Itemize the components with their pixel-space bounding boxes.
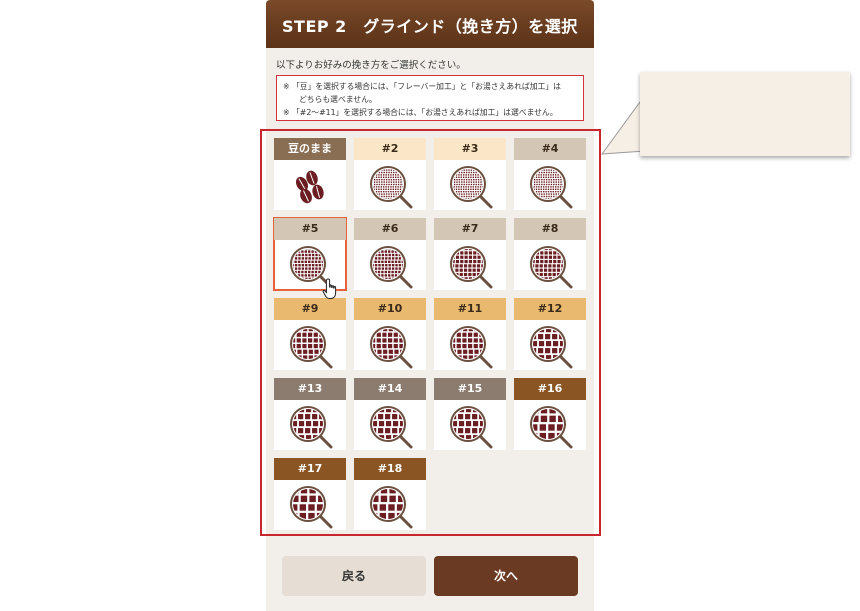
notice-line-3: ※ 「#2〜#11」を選択する場合には、「お湯さえあれば加工」は選べません。 xyxy=(283,108,558,117)
grind-option-14[interactable]: #14 xyxy=(354,378,426,450)
grind-option-8[interactable]: #8 xyxy=(514,218,586,290)
grind-option-label: #4 xyxy=(514,138,586,160)
grind-fine-icon xyxy=(354,160,426,210)
grind-option-label: #10 xyxy=(354,298,426,320)
next-button[interactable]: 次へ xyxy=(434,556,578,596)
grind-option-18[interactable]: #18 xyxy=(354,458,426,530)
grind-option-7[interactable]: #7 xyxy=(434,218,506,290)
grind-option-label: #12 xyxy=(514,298,586,320)
hand-cursor-icon xyxy=(322,278,337,299)
grind-medium-icon xyxy=(434,240,506,290)
grind-option-label: #13 xyxy=(274,378,346,400)
grind-medium-fine-icon xyxy=(354,240,426,290)
grind-option-label: #16 xyxy=(514,378,586,400)
grind-fine-icon xyxy=(434,160,506,210)
grind-option-label: #5 xyxy=(274,218,346,240)
grind-option-label: #11 xyxy=(434,298,506,320)
grind-option-11[interactable]: #11 xyxy=(434,298,506,370)
grind-option-16[interactable]: #16 xyxy=(514,378,586,450)
grind-option-9[interactable]: #9 xyxy=(274,298,346,370)
grind-option-17[interactable]: #17 xyxy=(274,458,346,530)
grind-option-label: #9 xyxy=(274,298,346,320)
grind-very-coarse-icon xyxy=(354,480,426,530)
grind-option-13[interactable]: #13 xyxy=(274,378,346,450)
grind-option-2[interactable]: #2 xyxy=(354,138,426,210)
grind-coarse-icon xyxy=(514,320,586,370)
grind-coarse-icon xyxy=(354,400,426,450)
grind-coarse-icon xyxy=(274,400,346,450)
back-button[interactable]: 戻る xyxy=(282,556,426,596)
instruction-text: 以下よりお好みの挽き方をご選択ください。 xyxy=(276,60,466,71)
notice-line-2: どちらも選べません。 xyxy=(299,95,377,104)
grind-option-label: #7 xyxy=(434,218,506,240)
grind-option-label: #17 xyxy=(274,458,346,480)
step-title: STEP 2 グラインド（挽き方）を選択 xyxy=(282,17,578,36)
grind-option-label: #15 xyxy=(434,378,506,400)
grind-option-label: #2 xyxy=(354,138,426,160)
grind-option-whole-bean[interactable]: 豆のまま xyxy=(274,138,346,210)
notice-box: ※ 「豆」を選択する場合には、「フレーバー加工」と「お湯さえあれば加工」は どち… xyxy=(276,75,584,121)
grind-option-label: #18 xyxy=(354,458,426,480)
step-header: STEP 2 グラインド（挽き方）を選択 xyxy=(266,0,594,48)
notice-line-1: ※ 「豆」を選択する場合には、「フレーバー加工」と「お湯さえあれば加工」は xyxy=(283,82,561,91)
grind-fine-icon xyxy=(514,160,586,210)
grind-medium-icon xyxy=(514,240,586,290)
grind-option-label: #14 xyxy=(354,378,426,400)
grind-option-15[interactable]: #15 xyxy=(434,378,506,450)
grind-option-6[interactable]: #6 xyxy=(354,218,426,290)
callout-box xyxy=(640,72,850,156)
coffee-beans-icon xyxy=(274,160,346,210)
grind-option-label: #3 xyxy=(434,138,506,160)
grind-option-10[interactable]: #10 xyxy=(354,298,426,370)
grind-coarse-icon xyxy=(434,400,506,450)
grind-option-12[interactable]: #12 xyxy=(514,298,586,370)
grind-option-3[interactable]: #3 xyxy=(434,138,506,210)
grind-option-4[interactable]: #4 xyxy=(514,138,586,210)
grind-very-coarse-icon xyxy=(514,400,586,450)
grind-very-coarse-icon xyxy=(274,480,346,530)
grind-medium-coarse-icon xyxy=(434,320,506,370)
grind-medium-coarse-icon xyxy=(354,320,426,370)
grind-option-label: #6 xyxy=(354,218,426,240)
grind-medium-coarse-icon xyxy=(274,320,346,370)
grind-option-label: 豆のまま xyxy=(274,138,346,160)
grind-option-label: #8 xyxy=(514,218,586,240)
